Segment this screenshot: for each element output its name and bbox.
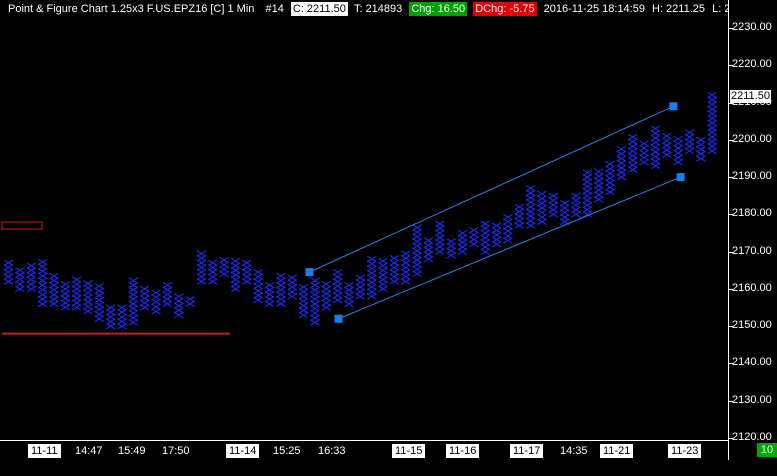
- time-label: 17:50: [162, 445, 190, 457]
- time-label: 16:33: [318, 445, 346, 457]
- price-tick-label: 2130.00: [732, 393, 772, 406]
- chart-plot-area[interactable]: [0, 0, 728, 440]
- trendline-handle[interactable]: [305, 268, 314, 277]
- price-tick-label: 2160.00: [732, 281, 772, 294]
- time-label: 15:25: [273, 445, 301, 457]
- date-label: 11-23: [668, 444, 702, 458]
- date-label: 11-16: [446, 444, 480, 458]
- time-axis[interactable]: 11-11 14:47 15:49 17:50 11-14 15:25 16:33 11-15…: [0, 441, 727, 461]
- trendline-handle[interactable]: [334, 314, 343, 323]
- price-tick-label: 2220.00: [732, 58, 772, 71]
- trendline-handle[interactable]: [676, 173, 685, 182]
- price-tick-label: 2170.00: [732, 244, 772, 257]
- zoom-level-badge[interactable]: 10: [757, 443, 777, 457]
- date-label: 11-11: [28, 444, 61, 458]
- time-label: 14:35: [560, 445, 588, 457]
- trendline-handle[interactable]: [669, 102, 678, 111]
- time-label: 14:47: [75, 445, 103, 457]
- price-tick-label: 2120.00: [732, 431, 772, 443]
- price-tick-label: 2230.00: [732, 21, 772, 33]
- date-label: 11-15: [392, 444, 426, 458]
- date-label: 11-21: [600, 444, 634, 458]
- price-tick-label: 2200.00: [732, 132, 772, 145]
- date-label: 11-14: [226, 444, 260, 458]
- date-label: 11-17: [510, 444, 544, 458]
- price-tick-label: 2140.00: [732, 356, 772, 369]
- price-axis[interactable]: 2230.002220.002210.002200.002190.002180.…: [729, 0, 777, 443]
- price-tick-label: 2180.00: [732, 207, 772, 220]
- time-label: 15:49: [118, 445, 146, 457]
- price-tick-label: 2150.00: [732, 319, 772, 332]
- last-price-flag: 2211.50: [730, 89, 771, 103]
- status-strip: [0, 460, 777, 476]
- price-tick-label: 2190.00: [732, 170, 772, 183]
